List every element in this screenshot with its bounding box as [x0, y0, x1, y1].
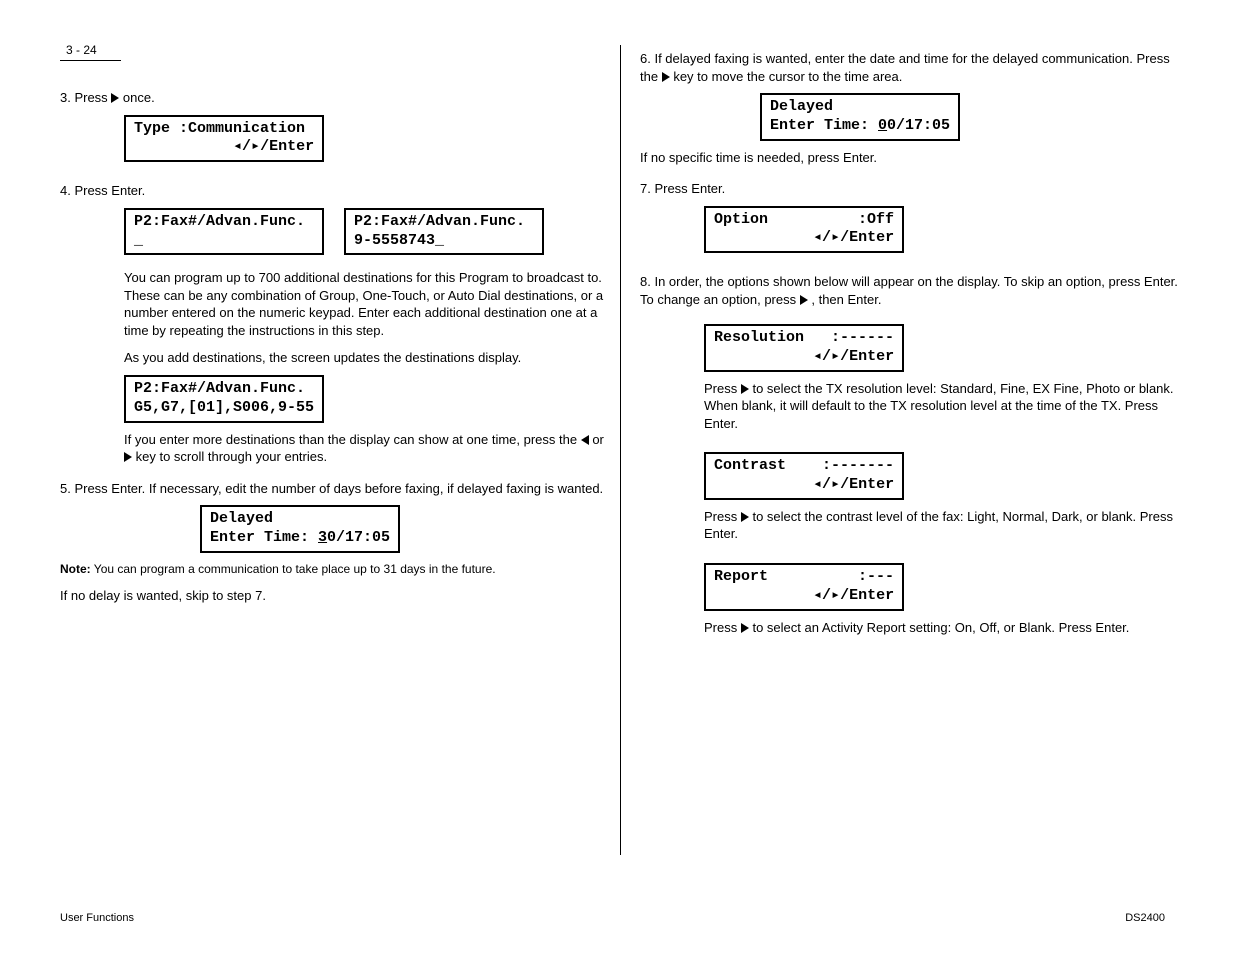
right-arrow-icon [800, 295, 808, 305]
step3-text-a: 3. Press [60, 90, 111, 105]
right-arrow-icon [741, 512, 749, 522]
res-text-b: to select the TX resolution level: Stand… [704, 381, 1174, 431]
left-arrow-icon [581, 435, 589, 445]
con-text-b: to select the contrast level of the fax:… [704, 509, 1173, 542]
step-6: 6. If delayed faxing is wanted, enter th… [640, 50, 1185, 166]
con-text-a: Press [704, 509, 741, 524]
lcd-fax-number: P2:Fax#/Advan.Func. 9-5558743_ [344, 208, 544, 256]
lcd-delayed-30: Delayed Enter Time: 30/17:05 [200, 505, 400, 553]
right-arrow-icon [124, 452, 132, 462]
step-7: 7. Press Enter. Option :Off ◂/▸/Enter [640, 180, 1185, 259]
rep-text-b: to select an Activity Report setting: On… [752, 620, 1129, 635]
step-8: 8. In order, the options shown below wil… [640, 273, 1185, 636]
right-arrow-icon [741, 623, 749, 633]
left-column: 3 - 24 3. Press once. Type :Communicatio… [60, 40, 605, 618]
step4-para2: As you add destinations, the screen upda… [124, 349, 605, 367]
step8-text-b: , then Enter. [811, 292, 881, 307]
lcd-resolution: Resolution :------ ◂/▸/Enter [704, 324, 904, 372]
page-number: 3 - 24 [60, 40, 121, 61]
step-3: 3. Press once. Type :Communication ◂/▸/E… [60, 89, 605, 168]
lcd-report: Report :--- ◂/▸/Enter [704, 563, 904, 611]
step5-note: Note: You can program a communication to… [60, 561, 605, 577]
step4-text: 4. Press Enter. [60, 182, 605, 200]
step8-text-a: 8. In order, the options shown below wil… [640, 274, 1178, 307]
step6-para: If no specific time is needed, press Ent… [640, 149, 1185, 167]
step5-text-a: 5. Press Enter. If necessary, edit the n… [60, 480, 605, 498]
lcd-option-off: Option :Off ◂/▸/Enter [704, 206, 904, 254]
step-4: 4. Press Enter. P2:Fax#/Advan.Func. _ P2… [60, 182, 605, 465]
step6-text-b: key to move the cursor to the time area. [673, 69, 902, 84]
column-divider [620, 45, 621, 855]
footer-left: User Functions [60, 911, 134, 926]
footer-right: DS2400 [1125, 911, 1165, 926]
right-arrow-icon [662, 72, 670, 82]
step5-text-b: If no delay is wanted, skip to step 7. [60, 587, 605, 605]
right-column: 6. If delayed faxing is wanted, enter th… [640, 40, 1185, 650]
step4-para3: If you enter more destinations than the … [124, 431, 605, 466]
rep-text-a: Press [704, 620, 741, 635]
lcd-fax-dests: P2:Fax#/Advan.Func. G5,G7,[01],S006,9-55 [124, 375, 324, 423]
step4-para1: You can program up to 700 additional des… [124, 269, 605, 339]
step7-text: 7. Press Enter. [640, 180, 1185, 198]
lcd-type-communication: Type :Communication ◂/▸/Enter [124, 115, 324, 163]
lcd-fax-blank: P2:Fax#/Advan.Func. _ [124, 208, 324, 256]
right-arrow-icon [741, 384, 749, 394]
res-text-a: Press [704, 381, 741, 396]
lcd-delayed-00: Delayed Enter Time: 00/17:05 [760, 93, 960, 141]
right-arrow-icon [111, 93, 119, 103]
lcd-contrast: Contrast :------- ◂/▸/Enter [704, 452, 904, 500]
step-5: 5. Press Enter. If necessary, edit the n… [60, 480, 605, 605]
step3-text-b: once. [123, 90, 155, 105]
